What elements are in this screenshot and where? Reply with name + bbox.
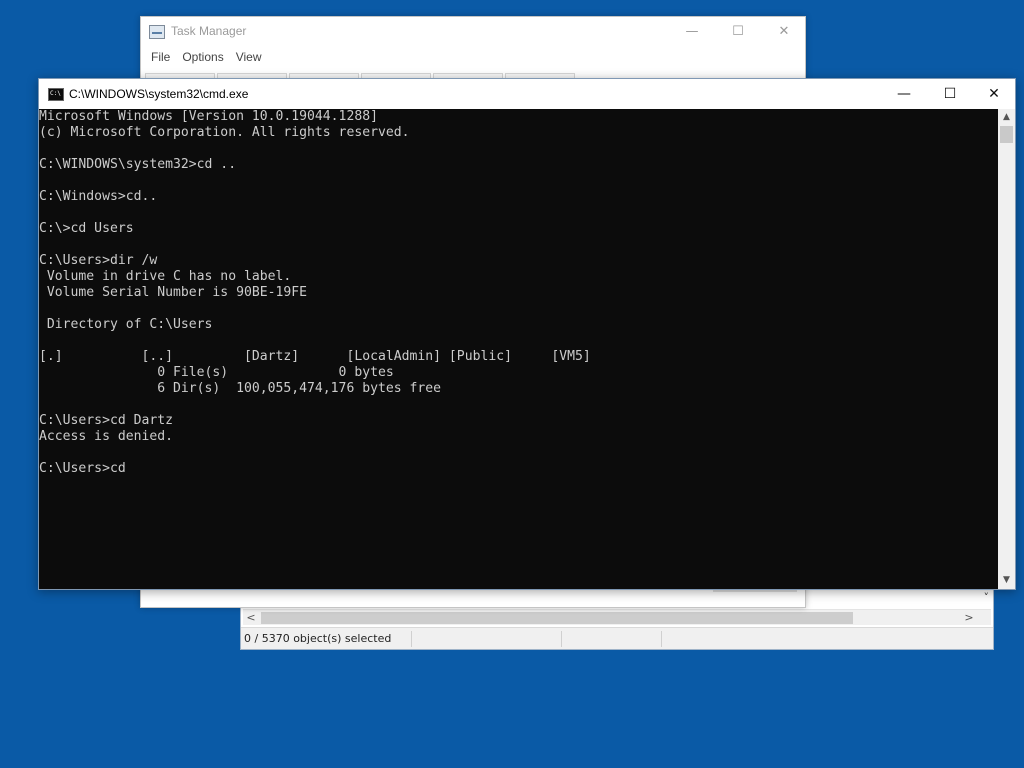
close-button[interactable]: ✕ (971, 79, 1017, 109)
minimize-button[interactable]: — (669, 17, 715, 47)
menu-file[interactable]: File (145, 47, 176, 69)
vertical-scrollbar[interactable]: ▲ ▼ (998, 109, 1015, 589)
status-bar: 0 / 5370 object(s) selected (241, 627, 993, 649)
close-button[interactable]: ✕ (761, 17, 807, 47)
status-separator (411, 631, 412, 647)
scroll-up-icon[interactable]: ▲ (998, 109, 1015, 126)
task-manager-icon (149, 25, 165, 39)
horizontal-scrollbar[interactable]: < > (243, 609, 991, 625)
chevron-down-icon[interactable]: ˅ (984, 591, 990, 604)
status-separator (661, 631, 662, 647)
minimize-button[interactable]: — (881, 79, 927, 109)
console-output[interactable]: Microsoft Windows [Version 10.0.19044.12… (39, 109, 999, 589)
cmd-titlebar[interactable]: C:\WINDOWS\system32\cmd.exe — ☐ ✕ (39, 79, 1015, 109)
console-line: C:\WINDOWS\system32>cd .. (39, 157, 237, 172)
cmd-icon (48, 88, 64, 101)
console-line: C:\>cd Users (39, 221, 134, 236)
console-line: (c) Microsoft Corporation. All rights re… (39, 125, 410, 140)
status-text: 0 / 5370 object(s) selected (244, 632, 392, 645)
scroll-right-icon[interactable]: > (961, 610, 977, 626)
menu-view[interactable]: View (230, 47, 268, 69)
maximize-button[interactable]: ☐ (927, 79, 973, 109)
scrollbar-thumb[interactable] (261, 612, 853, 624)
window-title: Task Manager (171, 24, 247, 38)
console-line: Access is denied. (39, 429, 174, 444)
maximize-button[interactable]: ☐ (715, 17, 761, 47)
console-line: Volume Serial Number is 90BE-19FE (39, 285, 308, 300)
console-line: Directory of C:\Users (39, 317, 213, 332)
status-separator (561, 631, 562, 647)
menu-options[interactable]: Options (176, 47, 229, 69)
console-line: C:\Users>dir /w (39, 253, 158, 268)
scrollbar-thumb[interactable] (1000, 126, 1013, 143)
console-line: C:\Windows>cd.. (39, 189, 158, 204)
console-line: C:\Users>cd Dartz (39, 413, 174, 428)
task-manager-titlebar[interactable]: Task Manager — ☐ ✕ (141, 17, 805, 47)
console-line: 0 File(s) 0 bytes (39, 365, 394, 380)
window-title: C:\WINDOWS\system32\cmd.exe (69, 87, 249, 101)
console-line: 6 Dir(s) 100,055,474,176 bytes free (39, 381, 442, 396)
scroll-down-icon[interactable]: ▼ (998, 572, 1015, 589)
console-text[interactable]: Microsoft Windows [Version 10.0.19044.12… (39, 109, 999, 477)
console-line: Volume in drive C has no label. (39, 269, 292, 284)
console-line: Microsoft Windows [Version 10.0.19044.12… (39, 109, 378, 124)
console-line: C:\Users>cd (39, 461, 126, 476)
scroll-left-icon[interactable]: < (243, 610, 259, 626)
console-line: [.] [..] [Dartz] [LocalAdmin] [Public] [… (39, 349, 591, 364)
cmd-window: C:\WINDOWS\system32\cmd.exe — ☐ ✕ Micros… (38, 78, 1016, 590)
menu-bar: File Options View (141, 47, 268, 69)
